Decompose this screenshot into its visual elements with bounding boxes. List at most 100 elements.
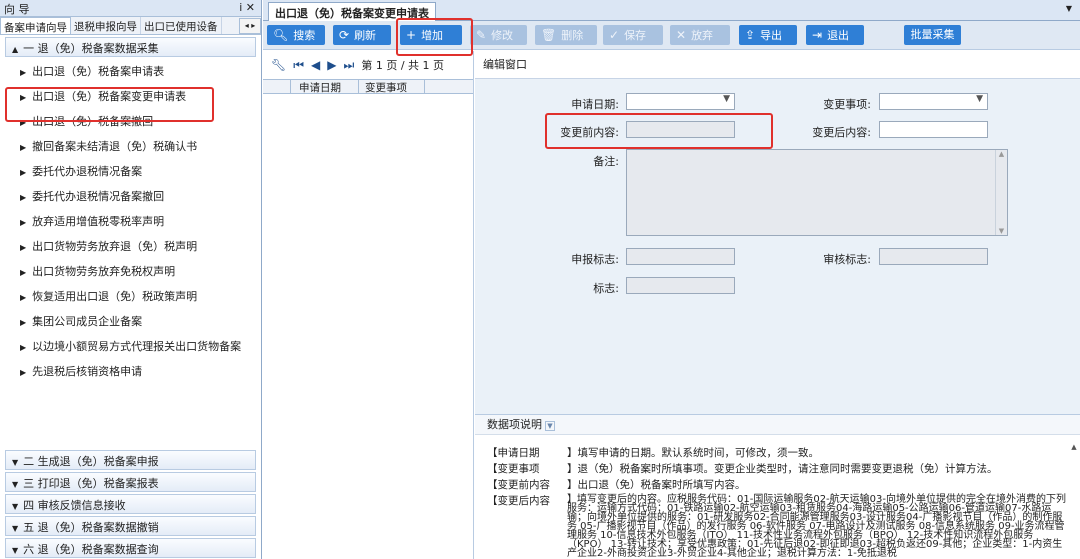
description-row: 【变更后内容 】填写变更后的内容。应税服务代码：01-国际运输服务02-航天运输0… <box>487 495 1066 559</box>
tab-filing-change-form[interactable]: 出口退（免）税备案变更申请表 <box>268 2 436 21</box>
apply-date-select[interactable]: ▼ <box>626 93 735 110</box>
declare-flag-label: 申报标志: <box>571 253 619 266</box>
collapsed-groups: ▼ 二 生成退（免）税备案申报 ▼ 三 打印退（免）税备案报表 ▼ 四 审核反馈信息接… <box>0 448 261 559</box>
tab-filing-wizard[interactable]: 备案申请向导 <box>0 17 71 34</box>
nav-item-label: 委托代办退税情况备案 <box>32 165 143 178</box>
batch-collect-button[interactable]: 批量采集 <box>904 25 961 45</box>
tab-scroll-arrows-icon[interactable]: ◂ ▸ <box>239 18 261 34</box>
exit-button[interactable]: ⇥ 退出 <box>806 25 864 45</box>
nav-item-label: 委托代办退税情况备案撤回 <box>32 190 165 203</box>
chevron-down-icon: ▼ <box>723 94 730 104</box>
nav-item-label: 恢复适用出口退（免）税政策声明 <box>32 290 198 303</box>
button-label: 保存 <box>624 29 647 42</box>
row-number-header <box>263 80 291 93</box>
nav-item-refund-waiver[interactable]: ▶ 出口货物劳务放弃退（免）税声明 <box>0 234 261 259</box>
nav-item-group-member[interactable]: ▶ 集团公司成员企业备案 <box>0 309 261 334</box>
collapse-icon[interactable]: ▼ <box>545 421 555 431</box>
nav-item-zero-rate-waiver[interactable]: ▶ 放弃适用增值税零税率声明 <box>0 209 261 234</box>
group-audit-feedback[interactable]: ▼ 四 审核反馈信息接收 <box>5 494 256 514</box>
audit-flag-label: 审核标志: <box>823 253 871 266</box>
first-page-icon[interactable]: ⏮︎ <box>293 58 304 73</box>
bullet-triangle-icon: ▶ <box>20 168 27 177</box>
button-label: 退出 <box>827 29 850 42</box>
delete-button[interactable]: 🗑︎ 删除 <box>535 25 597 45</box>
group-label: 五 退（免）税备案数据撤销 <box>23 521 159 534</box>
nav-item-label: 出口退（免）税备案变更申请表 <box>32 90 187 103</box>
add-button[interactable]: + 增加 <box>400 25 462 45</box>
before-content-field[interactable] <box>626 121 735 138</box>
description-key: 【变更后内容 <box>487 495 550 507</box>
search-button[interactable]: 🔍︎ 搜索 <box>267 25 325 45</box>
nav-item-border-trade[interactable]: ▶ 以边境小额贸易方式代理报关出口货物备案 <box>0 334 261 359</box>
edit-button[interactable]: ✎ 修改 <box>470 25 527 45</box>
nav-item-exemption-waiver[interactable]: ▶ 出口货物劳务放弃免税权声明 <box>0 259 261 284</box>
bullet-triangle-icon: ▶ <box>20 268 27 277</box>
audit-flag-field[interactable] <box>879 248 988 265</box>
group-label: 一 退（免）税备案数据采集 <box>23 42 159 55</box>
wrench-icon[interactable]: 🔧︎ <box>271 58 286 72</box>
nav-item-filing-withdraw[interactable]: ▶ 出口退（免）税备案撤回 <box>0 109 261 134</box>
before-content-label: 变更前内容: <box>560 126 619 139</box>
group-label: 三 打印退（免）税备案报表 <box>23 477 159 490</box>
abandon-button[interactable]: ✕ 放弃 <box>670 25 730 45</box>
remark-label: 备注: <box>593 155 619 168</box>
save-button[interactable]: ✓ 保存 <box>603 25 663 45</box>
panel-pin-close-icon[interactable]: ⅰ ✕ <box>239 1 255 14</box>
scroll-up-icon: ▲ <box>1071 443 1077 451</box>
description-key: 【变更前内容 <box>487 479 550 491</box>
column-header-apply-date[interactable]: 申请日期 <box>291 80 359 94</box>
flag-field[interactable] <box>626 277 735 294</box>
nav-item-label: 先退税后核销资格申请 <box>32 365 143 378</box>
refresh-button[interactable]: ⟳ 刷新 <box>333 25 391 45</box>
group-generate-declaration[interactable]: ▼ 二 生成退（免）税备案申报 <box>5 450 256 470</box>
nav-item-agent-filing[interactable]: ▶ 委托代办退税情况备案 <box>0 159 261 184</box>
bullet-triangle-icon: ▶ <box>20 193 27 202</box>
description-scrollbar[interactable]: ▲ <box>1068 443 1080 559</box>
remark-textarea[interactable]: ▲ ▼ <box>626 149 1008 236</box>
tab-used-equipment[interactable]: 出口已使用设备 <box>141 17 222 34</box>
scroll-down-icon: ▼ <box>998 227 1005 235</box>
trash-icon: 🗑︎ <box>541 28 557 42</box>
after-content-field[interactable] <box>879 121 988 138</box>
last-page-icon[interactable]: ⏭︎ <box>344 58 355 73</box>
change-item-select[interactable]: ▼ <box>879 93 988 110</box>
nav-item-withdraw-confirmation[interactable]: ▶ 撤回备案未结清退（免）税确认书 <box>0 134 261 159</box>
column-header-change-item[interactable]: 变更事项 <box>359 80 425 94</box>
expand-triangle-icon: ▼ <box>12 502 19 511</box>
nav-item-label: 以边境小额贸易方式代理报关出口货物备案 <box>32 340 242 353</box>
description-header: 数据项说明 ▼ <box>475 415 1080 435</box>
nav-item-label: 集团公司成员企业备案 <box>32 315 143 328</box>
navigation-panel-title: 向 导 <box>4 3 30 16</box>
next-page-icon[interactable]: ▶ <box>327 58 336 72</box>
bullet-triangle-icon: ▶ <box>20 368 27 377</box>
group-data-collection[interactable]: ▲ 一 退（免）税备案数据采集 <box>5 37 256 57</box>
button-label: 修改 <box>491 29 514 42</box>
group-label: 二 生成退（免）税备案申报 <box>23 455 159 468</box>
after-content-label: 变更后内容: <box>812 126 871 139</box>
bullet-triangle-icon: ▶ <box>20 93 27 102</box>
export-button[interactable]: ⇪ 导出 <box>739 25 797 45</box>
remark-scrollbar[interactable]: ▲ ▼ <box>995 150 1007 235</box>
nav-item-filing-application[interactable]: ▶ 出口退（免）税备案申请表 <box>0 59 261 84</box>
tab-refund-wizard[interactable]: 退税申报向导 <box>71 17 141 34</box>
button-label: 搜索 <box>293 29 316 42</box>
prev-page-icon[interactable]: ◀ <box>311 58 320 72</box>
nav-item-label: 出口退（免）税备案撤回 <box>32 115 154 128</box>
description-title: 数据项说明 <box>487 418 542 431</box>
description-value: 】退（免）税备案时所填事项。变更企业类型时，请注意同时需要变更退税（免）计算方法… <box>567 463 998 475</box>
nav-item-agent-filing-withdraw[interactable]: ▶ 委托代办退税情况备案撤回 <box>0 184 261 209</box>
group-print-reports[interactable]: ▼ 三 打印退（免）税备案报表 <box>5 472 256 492</box>
nav-item-policy-resume[interactable]: ▶ 恢复适用出口退（免）税政策声明 <box>0 284 261 309</box>
check-icon: ✓ <box>609 28 620 42</box>
document-tabbar: 出口退（免）税备案变更申请表 ▼ <box>263 0 1080 21</box>
refresh-icon: ⟳ <box>339 28 350 42</box>
declare-flag-field[interactable] <box>626 248 735 265</box>
export-icon: ⇪ <box>745 28 756 42</box>
tab-list-dropdown-icon[interactable]: ▼ <box>1066 4 1072 13</box>
nav-item-filing-change-application[interactable]: ▶ 出口退（免）税备案变更申请表 <box>0 84 261 109</box>
group-data-query[interactable]: ▼ 六 退（免）税备案数据查询 <box>5 538 256 558</box>
group-data-revoke[interactable]: ▼ 五 退（免）税备案数据撤销 <box>5 516 256 536</box>
nav-item-refund-first[interactable]: ▶ 先退税后核销资格申请 <box>0 359 261 384</box>
bullet-triangle-icon: ▶ <box>20 318 27 327</box>
change-item-label: 变更事项: <box>823 98 871 111</box>
